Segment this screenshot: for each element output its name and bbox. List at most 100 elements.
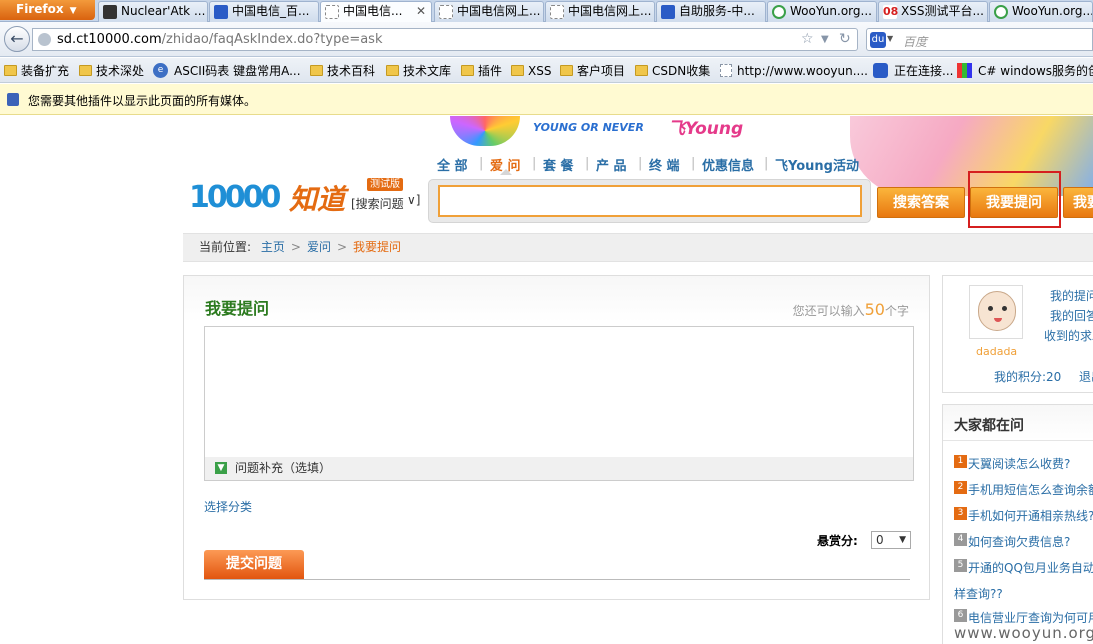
tab-label: XSS测试平台... <box>901 4 984 18</box>
tab-favicon-icon <box>103 5 117 19</box>
firefox-label: Firefox <box>16 2 64 16</box>
my-score: 我的积分:20 <box>994 370 1062 384</box>
url-bar[interactable]: sd.ct10000.com/zhidao/faqAskIndex.do?typ… <box>32 28 858 51</box>
list-item[interactable]: 5开通的QQ包月业务自动收费 <box>954 559 1093 576</box>
breadcrumb-aiwen[interactable]: 爱问 <box>307 240 331 254</box>
question-text: 样查询?? <box>954 587 1003 601</box>
rank-badge: 2 <box>954 481 967 494</box>
logout-link[interactable]: 退出 <box>1079 368 1093 385</box>
nav-offers[interactable]: 优惠信息 <box>702 155 754 174</box>
question-text: 如何查询欠费信息? <box>968 535 1071 549</box>
search-input[interactable] <box>438 185 862 217</box>
bookmark-folder[interactable]: 技术深处 <box>79 63 144 79</box>
nav-all[interactable]: 全 部 <box>437 155 468 174</box>
folder-icon <box>310 65 323 76</box>
bookmark-star-icon[interactable]: ☆ <box>801 31 814 47</box>
chevron-down-icon: ▼ <box>899 535 906 545</box>
bookmark-link[interactable]: e ASCII码表 键盘常用A... <box>153 63 301 79</box>
nav-separator: | <box>764 156 769 171</box>
reload-icon[interactable]: ↻ <box>839 31 851 47</box>
history-dropdown-icon[interactable]: ▼ <box>821 34 829 45</box>
avatar[interactable] <box>969 285 1023 339</box>
baidu-paw-icon <box>873 63 888 78</box>
bookmark-folder[interactable]: 插件 <box>461 63 502 79</box>
bookmark-label: 技术深处 <box>96 64 145 78</box>
tab-label: 中国电信网上... <box>457 4 541 18</box>
question-text: 手机用短信怎么查询余额 <box>968 483 1093 497</box>
tab-label: WooYun.org... <box>1012 4 1093 18</box>
nav-terminal[interactable]: 终 端 <box>649 155 680 174</box>
supplement-toggle[interactable]: ▼ 问题补充（选填） <box>204 457 914 481</box>
close-icon[interactable]: ✕ <box>416 2 426 21</box>
nav-separator: | <box>532 156 537 171</box>
list-item[interactable]: 3 手机如何开通相亲热线? <box>954 507 1093 524</box>
list-item-continued[interactable]: 样查询?? <box>954 585 1003 602</box>
beta-badge: 测试版 <box>367 178 403 191</box>
bookmark-link[interactable]: C# windows服务的创 <box>957 63 1093 79</box>
nav-feiyoung[interactable]: 飞Young活动 <box>775 155 859 174</box>
search-type-select[interactable]: [搜索问题 ∨] <box>351 193 423 213</box>
hot-questions-panel: 大家都在问 1 天翼阅读怎么收费? 2 手机用短信怎么查询余额 3 手机如何开通相亲热… <box>942 404 1093 644</box>
divider <box>204 579 910 580</box>
my-questions-link[interactable]: 我的提问 <box>1050 287 1093 304</box>
nav-products[interactable]: 产 品 <box>596 155 627 174</box>
plugin-notice-text: 您需要其他插件以显示此页面的所有媒体。 <box>28 94 257 108</box>
received-help-link[interactable]: 收到的求助 <box>1044 327 1093 344</box>
list-item[interactable]: 2 手机用短信怎么查询余额 <box>954 481 1093 498</box>
firefox-menu-button[interactable]: Firefox ▼ <box>0 0 95 20</box>
tab-label: 中国电信_百... <box>232 4 310 18</box>
bookmark-folder[interactable]: 装备扩充 <box>4 63 69 79</box>
bookmark-label: http://www.wooyun.... <box>737 64 868 78</box>
reward-select[interactable]: 0 ▼ <box>871 531 911 549</box>
tab-9[interactable]: WooYun.org... <box>989 1 1093 22</box>
folder-icon <box>635 65 648 76</box>
page-icon <box>439 5 453 19</box>
submit-question-button[interactable]: 提交问题 <box>204 550 304 579</box>
logo-number: 10000 <box>189 180 281 215</box>
bookmark-label: ASCII码表 键盘常用A... <box>174 64 301 78</box>
supplement-label: 问题补充（选填） <box>235 461 332 475</box>
choose-category-link[interactable]: 选择分类 <box>204 498 252 515</box>
engine-dropdown-icon[interactable]: ▼ <box>887 34 893 43</box>
list-item[interactable]: 4 如何查询欠费信息? <box>954 533 1070 550</box>
baidu-paw-icon[interactable]: du <box>870 32 886 48</box>
bookmark-folder[interactable]: 技术文库 <box>386 63 451 79</box>
bookmark-folder[interactable]: XSS <box>511 63 551 79</box>
tab-4[interactable]: 中国电信网上... <box>434 1 544 22</box>
page-icon <box>720 64 732 77</box>
active-caret-icon <box>500 169 512 175</box>
tab-5[interactable]: 中国电信网上... <box>545 1 655 22</box>
bookmarks-toolbar: 装备扩充 技术深处 e ASCII码表 键盘常用A... 技术百科 技术文库 插件… <box>0 58 1093 83</box>
main-search <box>428 179 871 223</box>
search-engine-box[interactable]: du ▼ 百度 <box>866 28 1093 51</box>
back-button[interactable]: ← <box>4 26 30 52</box>
bookmark-label: 正在连接... <box>894 64 954 78</box>
question-text: 电信营业厅查询为何可用 <box>968 611 1093 625</box>
bookmark-link[interactable]: 正在连接... <box>873 63 953 79</box>
tab-3-active[interactable]: 中国电信... ✕ <box>320 1 432 22</box>
bookmark-folder[interactable]: CSDN收集 <box>635 63 710 79</box>
question-textarea[interactable] <box>204 326 914 458</box>
tab-8[interactable]: 08 XSS测试平台... <box>878 1 988 22</box>
username[interactable]: dadada <box>976 345 1017 358</box>
answer-button[interactable]: 我要 <box>1063 187 1093 218</box>
my-answers-link[interactable]: 我的回答 <box>1050 307 1093 324</box>
tab-1[interactable]: Nuclear'Atk ... <box>98 1 208 22</box>
tab-2[interactable]: 中国电信_百... <box>209 1 319 22</box>
breadcrumb-current: 我要提问 <box>353 240 402 254</box>
tab-6[interactable]: 自助服务-中... <box>656 1 766 22</box>
nav-package[interactable]: 套 餐 <box>543 155 574 174</box>
bookmark-label: 客户项目 <box>577 64 626 78</box>
tab-7[interactable]: WooYun.org... <box>767 1 877 22</box>
bookmark-folder[interactable]: 技术百科 <box>310 63 375 79</box>
plugin-icon <box>7 93 19 106</box>
breadcrumb-home[interactable]: 主页 <box>261 240 285 254</box>
page-icon <box>550 5 564 19</box>
list-item[interactable]: 1 天翼阅读怎么收费? <box>954 455 1070 472</box>
folder-icon <box>560 65 573 76</box>
search-answer-button[interactable]: 搜索答案 <box>877 187 965 218</box>
chevron-down-icon: ∨] <box>407 193 421 207</box>
logo-zhidao: 知道 <box>289 183 346 216</box>
bookmark-folder[interactable]: 客户项目 <box>560 63 625 79</box>
bookmark-link[interactable]: http://www.wooyun.... <box>720 63 868 79</box>
